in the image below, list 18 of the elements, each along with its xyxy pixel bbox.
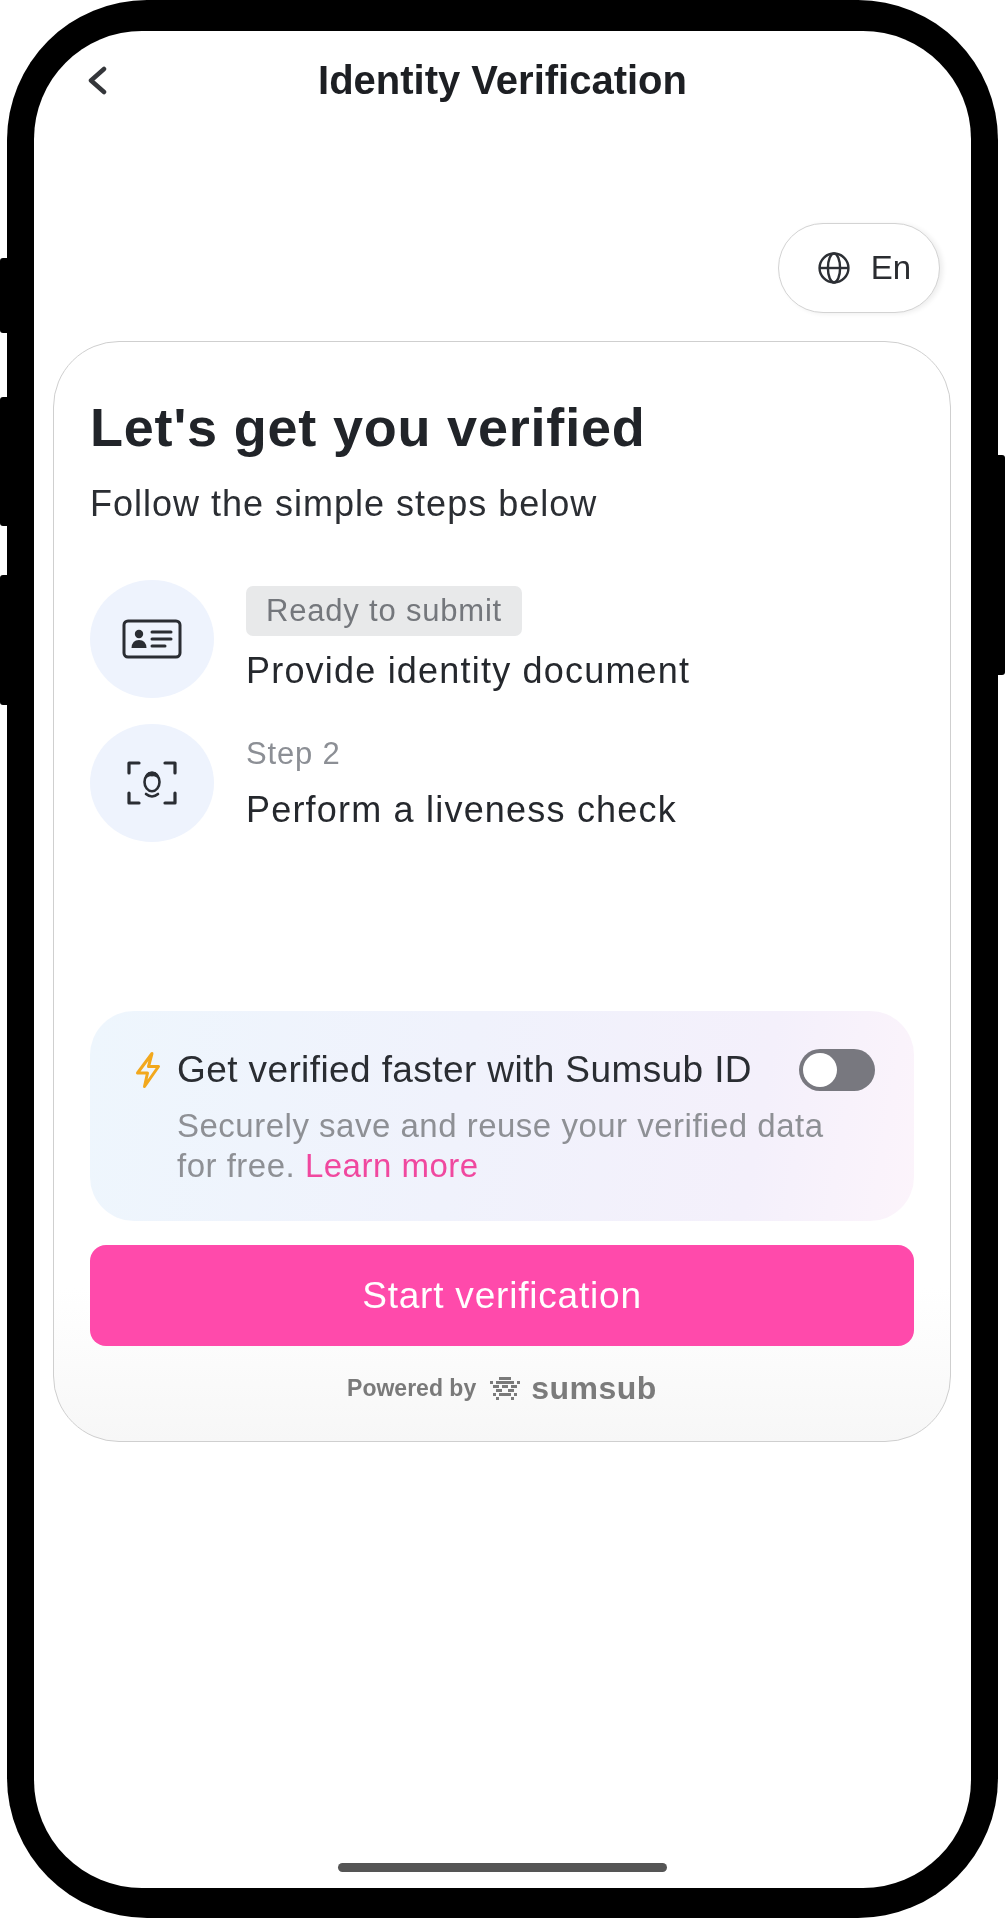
start-verification-button[interactable]: Start verification [90, 1245, 914, 1346]
step-title: Provide identity document [246, 650, 691, 692]
powered-by-text: Powered by [347, 1374, 477, 1402]
screen-title: Identity Verification [318, 57, 687, 104]
toggle-switch[interactable] [799, 1049, 875, 1091]
status-badge: Ready to submit [246, 586, 522, 636]
chevron-left-icon [86, 65, 108, 95]
step-number-label: Step 2 [246, 735, 341, 772]
step-title: Perform a liveness check [246, 788, 677, 831]
sumsub-id-description: Securely save and reuse your verified data for free. Learn more [177, 1106, 825, 1186]
globe-icon [816, 251, 851, 285]
learn-more-link[interactable]: Learn more [304, 1147, 479, 1184]
card-subtitle: Follow the simple steps below [90, 482, 599, 526]
language-button[interactable]: En [777, 223, 940, 313]
card-heading: Let's get you verified [90, 396, 647, 458]
lightning-icon [133, 1051, 163, 1089]
brand-wordmark: sumsub [531, 1374, 657, 1402]
sumsub-id-title: Get verified faster with Sumsub ID [177, 1048, 753, 1092]
